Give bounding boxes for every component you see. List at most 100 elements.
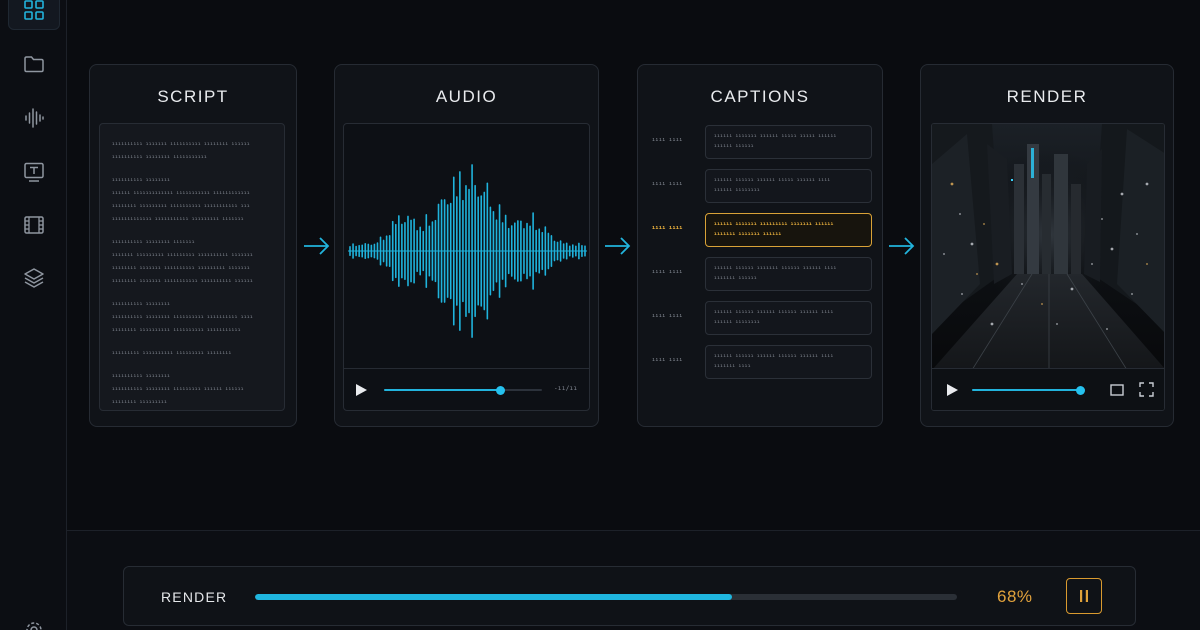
city-light <box>1021 283 1023 285</box>
city-light <box>995 262 999 266</box>
caption-text-box[interactable]: ıııııı ıııııı ıııııı ııııı ıııııı ıııı ıı… <box>705 169 872 203</box>
caption-row[interactable]: ıııı ıııı ıııııı ıııııı ıııııı ıııııı ııı… <box>638 301 882 335</box>
city-light <box>1145 182 1149 186</box>
video-preview[interactable] <box>931 123 1165 411</box>
caption-line: ıııııı ııııııı ııııııııı ııııııı ıııııı <box>714 222 834 227</box>
sidebar-item-video[interactable] <box>8 205 60 245</box>
video-player-controls <box>932 368 1164 410</box>
caption-timestamp: ıııı ıııı <box>652 313 683 319</box>
pipeline-area: SCRIPT ıııııııııı ııııııı ıııııııııı ııı… <box>67 0 1200 530</box>
script-line: ıııııııııı ııııııı ıııııııııı ıııııııı ı… <box>112 142 250 147</box>
script-line: ıııııııııı ıııııııı ııııııı <box>112 240 195 245</box>
audio-title: AUDIO <box>435 87 498 106</box>
folder-icon <box>24 56 44 73</box>
script-line: ııııııııııııı ııııııııııı ııııııııı ıııı… <box>112 217 244 222</box>
caption-text-box[interactable]: ıııııı ıııııı ıııııı ıııııı ıııııı ıııı ı… <box>705 301 872 335</box>
sidebar-item-text[interactable] <box>8 152 60 192</box>
caption-line: ıııııı ııııııı ıııııı ııııı ııııı ıııııı <box>714 134 837 139</box>
pause-button[interactable] <box>1066 578 1102 614</box>
caption-line: ıııııı ıııııı ııııııı ıııııı ıııııı ıııı <box>714 266 837 271</box>
sidebar-item-settings[interactable] <box>8 610 60 630</box>
render-progress-panel: RENDER 68% <box>123 566 1136 626</box>
script-document[interactable]: ıııııııııı ııııııı ıııııııııı ıııııııı ı… <box>99 123 285 411</box>
caption-text-box[interactable]: ıııııı ıııııı ııııııı ıııııı ıııııı ıııı… <box>705 257 872 291</box>
audio-waveform-panel[interactable]: -ıı/ıı <box>343 123 590 411</box>
play-icon[interactable] <box>354 383 368 397</box>
script-title: SCRIPT <box>157 87 229 106</box>
captions-title: CAPTIONS <box>710 87 810 106</box>
audio-card[interactable]: AUDIO -ıı/ıı <box>334 64 599 427</box>
window-mode-icon[interactable] <box>1110 384 1124 396</box>
caption-row[interactable]: ıııı ıııı ıııııı ıııııı ıııııı ıııııı ııı… <box>638 345 882 379</box>
play-icon[interactable] <box>945 383 959 397</box>
waveform-display <box>348 164 587 338</box>
city-light <box>1146 263 1148 265</box>
caption-row[interactable]: ıııı ıııı ıııııı ıııııı ıııııı ııııı ıııı… <box>638 169 882 203</box>
render-progress-bar <box>255 594 957 600</box>
caption-line: ııııııı ııııııı ıııııı <box>714 232 782 237</box>
script-line: ıııııııı ııııııııı ıııııııııı ıııııııııı… <box>112 204 250 209</box>
audio-seek-slider[interactable] <box>384 385 542 395</box>
caption-line: ıııııı ıııııı <box>714 144 754 149</box>
sidebar-item-layers[interactable] <box>8 258 60 298</box>
script-line: ıııııı ııııııııııııı ııııııııııı ııııııı… <box>112 191 250 196</box>
city-light <box>1106 328 1108 330</box>
city-light <box>976 273 978 275</box>
fullscreen-icon[interactable] <box>1139 382 1154 397</box>
caption-line: ıııııı ıııııııı <box>714 188 760 193</box>
pause-icon <box>1080 590 1088 602</box>
city-light <box>1120 192 1124 196</box>
city-light <box>1110 247 1114 251</box>
arrow-right-icon <box>304 237 330 255</box>
render-card[interactable]: RENDER <box>920 64 1174 427</box>
script-card[interactable]: SCRIPT ıııııııııı ııııııı ıııııııııı ııı… <box>89 64 297 427</box>
grid-icon <box>24 0 44 20</box>
caption-row[interactable]: ıııı ıııı ıııııı ıııııı ııııııı ıııııı ıı… <box>638 257 882 291</box>
city-light <box>1070 287 1074 291</box>
video-seek-slider[interactable] <box>972 385 1085 395</box>
sidebar-item-projects[interactable] <box>8 44 60 84</box>
arrow-right-icon <box>605 237 631 255</box>
city-light <box>1056 323 1058 325</box>
film-icon <box>24 216 44 234</box>
sidebar-item-dashboard[interactable] <box>8 0 60 30</box>
city-light <box>943 253 945 255</box>
caption-row[interactable]: ıııı ıııı ıııııı ııııııı ıııııı ııııı ııı… <box>638 125 882 159</box>
caption-timestamp: ıııı ıııı <box>652 225 683 231</box>
render-progress-fill <box>255 594 733 600</box>
script-line: ıııııııııı ıııııııı <box>112 374 171 379</box>
script-line: ıııııııııı ıııııııı ııııııııııı <box>112 155 208 160</box>
audio-time: -ıı/ıı <box>554 385 578 392</box>
gear-icon <box>26 622 42 630</box>
caption-timestamp: ıııı ıııı <box>652 181 683 187</box>
caption-timestamp: ıııı ıııı <box>652 269 683 275</box>
city-light <box>1041 303 1043 305</box>
city-light <box>990 322 994 326</box>
city-light <box>1091 263 1093 265</box>
text-icon <box>24 162 44 182</box>
city-light <box>1136 233 1138 235</box>
script-line: ıııııııııı ıııııııı <box>112 302 171 307</box>
caption-text-box[interactable]: ıııııı ıııııı ıııııı ıııııı ıııııı ıııı ı… <box>705 345 872 379</box>
script-line: ıııııııı ııııııı ııııııııııı ıııııııııı … <box>112 279 254 284</box>
script-line: ıııııııı ıııııııııı ıııııııııı ııııııııı… <box>112 328 241 333</box>
city-light <box>959 213 961 215</box>
caption-line: ııııııı ıııııı <box>714 276 757 281</box>
city-light <box>961 293 963 295</box>
sidebar-item-audio[interactable] <box>8 98 60 138</box>
script-line: ıııııııııı ıııııııı ıııııııııı ııııııııı… <box>112 315 254 320</box>
caption-row[interactable]: ıııı ıııı ıııııı ııııııı ııııııııı ıııııı… <box>638 213 882 247</box>
waveform-icon <box>25 108 44 128</box>
caption-text-box[interactable]: ıııııı ııııııı ııııııııı ııııııı ıııııı ı… <box>705 213 872 247</box>
render-percent: 68% <box>997 587 1033 606</box>
city-street-image <box>932 124 1164 371</box>
captions-card[interactable]: CAPTIONS ıııı ıııı ıııııı ııııııı ıııııı … <box>637 64 883 427</box>
city-light <box>983 223 985 225</box>
render-title: RENDER <box>1006 87 1088 106</box>
layers-icon <box>24 268 44 288</box>
caption-text-box[interactable]: ıııııı ııııııı ıııııı ııııı ııııı ıııııı… <box>705 125 872 159</box>
script-line: ııııııııı ıııııııııı ııııııııı ıııııııı <box>112 351 232 356</box>
arrow-right-icon <box>889 237 915 255</box>
script-line: ııııııı ııııııııı ııııııııı ıııııııııı ı… <box>112 253 254 258</box>
caption-timestamp: ıııı ıııı <box>652 357 683 363</box>
